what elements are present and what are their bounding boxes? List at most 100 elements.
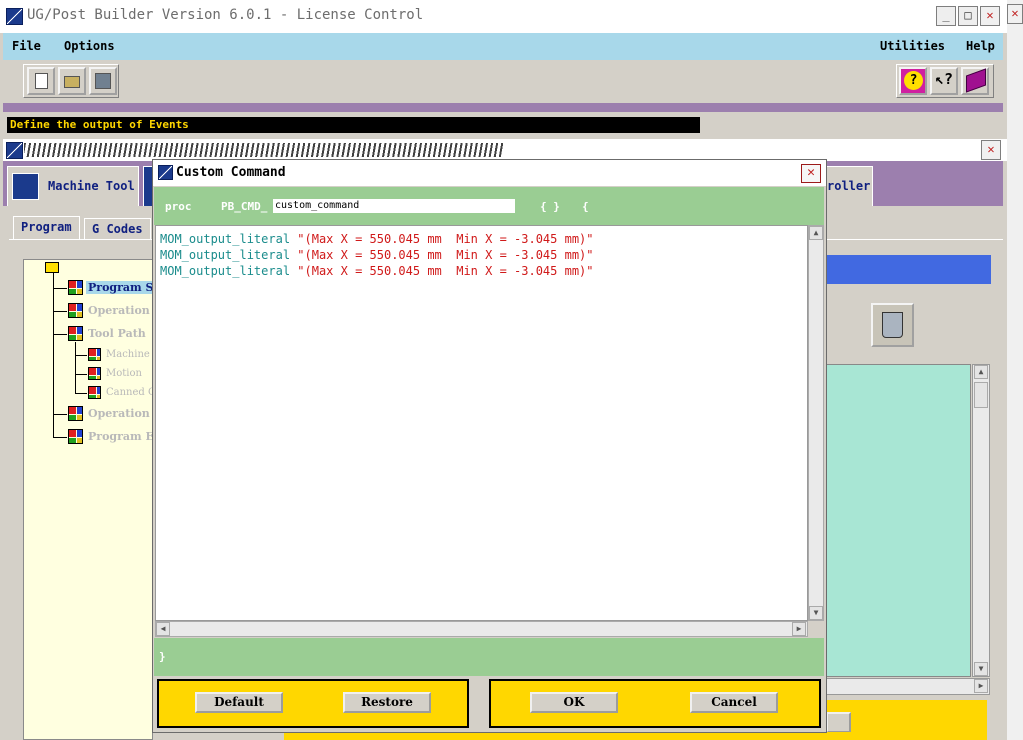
save-disk-icon xyxy=(95,73,111,89)
code-function: MOM_output_literal xyxy=(160,232,291,246)
code-editor[interactable] xyxy=(155,225,808,621)
open-folder-icon xyxy=(64,76,80,88)
save-file-button[interactable] xyxy=(89,67,117,95)
code-string: "(Max X = 550.045 mm Min X = -3.045 mm)" xyxy=(297,248,594,262)
trash-button[interactable] xyxy=(871,303,914,347)
status-message: Define the output of Events xyxy=(7,117,700,133)
scroll-up-icon[interactable]: ▲ xyxy=(974,365,988,379)
partial-button[interactable] xyxy=(826,712,851,733)
open-file-button[interactable] xyxy=(58,67,86,95)
block-list-vscroll[interactable]: ▲ ▼ xyxy=(972,364,990,677)
tab-g-codes[interactable]: G Codes xyxy=(84,218,151,240)
tree-item-motion[interactable]: Motion xyxy=(106,368,142,379)
menu-file[interactable]: File xyxy=(12,39,41,53)
maximize-icon[interactable]: □ xyxy=(958,6,978,26)
scroll-right-icon[interactable]: ▶ xyxy=(974,679,988,693)
tab-machine-tool[interactable]: Machine Tool xyxy=(7,166,139,206)
tree-line xyxy=(75,342,76,393)
tree-line xyxy=(53,311,67,312)
scroll-up-icon[interactable]: ▲ xyxy=(809,226,823,240)
redacted-title xyxy=(24,143,504,157)
restore-button[interactable]: Restore xyxy=(343,692,431,713)
root-folder-icon[interactable] xyxy=(45,262,59,273)
question-balloon-icon: ? xyxy=(904,71,923,90)
code-line: MOM_output_literal "(Max X = 550.045 mm … xyxy=(160,264,594,278)
brace-glyphs: { } xyxy=(540,200,560,213)
tab-controller[interactable]: roller xyxy=(822,166,873,206)
tree-item-operation-start[interactable]: Operation xyxy=(88,304,150,317)
sub-window-close-icon[interactable]: ✕ xyxy=(981,140,1001,160)
code-vscroll[interactable]: ▲ ▼ xyxy=(808,225,824,621)
minimize-icon[interactable]: _ xyxy=(936,6,956,26)
tree-item-canned-cycles[interactable]: Canned C xyxy=(106,387,156,398)
background-edge xyxy=(1007,0,1023,740)
tree-line xyxy=(75,355,87,356)
scroll-down-icon[interactable]: ▼ xyxy=(974,662,988,676)
tree-item-tool-path[interactable]: Tool Path xyxy=(88,327,146,340)
cube-icon xyxy=(68,429,83,444)
open-brace: { xyxy=(582,200,589,213)
code-line: MOM_output_literal "(Max X = 550.045 mm … xyxy=(160,248,594,262)
cube-icon xyxy=(68,326,83,341)
code-hscroll[interactable]: ◀ ▶ xyxy=(155,621,808,637)
cube-icon xyxy=(88,367,101,380)
recycle-bin-icon xyxy=(882,312,903,338)
cube-icon xyxy=(68,280,83,295)
scroll-down-icon[interactable]: ▼ xyxy=(809,606,823,620)
book-icon xyxy=(966,68,986,93)
proc-prefix: PB_CMD_ xyxy=(221,200,268,213)
close-brace: } xyxy=(159,650,166,663)
command-name-input[interactable] xyxy=(273,199,515,213)
scroll-left-icon[interactable]: ◀ xyxy=(156,622,170,636)
tree-item-program-end[interactable]: Program E xyxy=(88,430,154,443)
new-file-icon xyxy=(35,73,48,89)
ok-button[interactable]: OK xyxy=(530,692,618,713)
accent-strip xyxy=(3,103,1003,112)
code-function: MOM_output_literal xyxy=(160,248,291,262)
menu-bar xyxy=(3,33,1003,60)
tree-line xyxy=(75,393,87,394)
dialog-close-icon[interactable]: ✕ xyxy=(801,164,821,183)
background-close-icon[interactable]: ✕ xyxy=(1007,4,1023,24)
menu-options[interactable]: Options xyxy=(64,39,115,53)
close-icon[interactable]: ✕ xyxy=(980,6,1000,26)
app-logo-icon xyxy=(6,8,23,25)
tree-line xyxy=(53,437,67,438)
dialog-logo-icon xyxy=(158,165,173,180)
cube-icon xyxy=(88,386,101,399)
cube-icon xyxy=(88,348,101,361)
cancel-button[interactable]: Cancel xyxy=(690,692,778,713)
tree-item-program-start[interactable]: Program S xyxy=(86,281,153,294)
scroll-corner xyxy=(808,621,824,637)
dialog-title: Custom Command xyxy=(176,165,286,180)
tab-machine-tool-label: Machine Tool xyxy=(48,179,135,193)
tree-item-operation-end[interactable]: Operation xyxy=(88,407,150,420)
block-list-hscroll[interactable]: ▶ xyxy=(826,678,990,695)
context-help-button[interactable]: ↖? xyxy=(930,67,958,95)
cube-icon xyxy=(68,406,83,421)
help-balloon-button[interactable]: ? xyxy=(899,67,927,95)
tab-controller-label: roller xyxy=(827,179,871,193)
bottom-yellow-strip xyxy=(284,732,930,740)
code-string: "(Max X = 550.045 mm Min X = -3.045 mm)" xyxy=(297,232,594,246)
default-button[interactable]: Default xyxy=(195,692,283,713)
scroll-right-icon[interactable]: ▶ xyxy=(792,622,806,636)
manual-button[interactable] xyxy=(961,67,989,95)
scroll-thumb[interactable] xyxy=(974,382,988,408)
code-function: MOM_output_literal xyxy=(160,264,291,278)
new-file-button[interactable] xyxy=(27,67,55,95)
sub-window-logo-icon xyxy=(6,142,23,159)
tree-item-machine-control[interactable]: Machine xyxy=(106,349,150,360)
code-string: "(Max X = 550.045 mm Min X = -3.045 mm)" xyxy=(297,264,594,278)
tree-line xyxy=(53,334,67,335)
menu-help[interactable]: Help xyxy=(966,39,995,53)
block-list[interactable] xyxy=(826,364,971,677)
menu-utilities[interactable]: Utilities xyxy=(880,39,945,53)
cube-icon xyxy=(68,303,83,318)
code-line: MOM_output_literal "(Max X = 550.045 mm … xyxy=(160,232,594,246)
tab-program[interactable]: Program xyxy=(13,216,80,240)
machine-tool-icon xyxy=(12,173,39,200)
proc-footer xyxy=(154,638,824,676)
pointer-question-icon: ↖? xyxy=(935,70,954,88)
proc-keyword: proc xyxy=(165,200,192,213)
